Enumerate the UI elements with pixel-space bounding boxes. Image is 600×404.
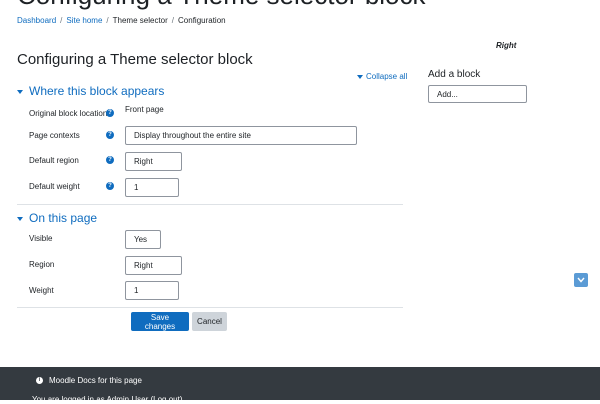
breadcrumb-separator: / — [171, 16, 175, 25]
moodle-docs-link[interactable]: i Moodle Docs for this page — [36, 376, 142, 385]
section-title: On this page — [29, 211, 98, 225]
visible-label: Visible — [29, 234, 53, 243]
default-region-select[interactable]: Right — [125, 152, 182, 171]
add-block-title: Add a block — [428, 69, 481, 80]
section-on-this-page-toggle[interactable]: On this page — [17, 211, 97, 225]
region-select[interactable]: Right — [125, 256, 182, 275]
breadcrumb-configuration: Configuration — [178, 16, 226, 25]
visible-select[interactable]: Yes — [125, 230, 161, 249]
cancel-button[interactable]: Cancel — [192, 312, 227, 331]
help-icon[interactable]: ? — [106, 156, 114, 164]
chevron-down-icon — [577, 277, 585, 283]
region-label: Region — [29, 260, 55, 269]
page-contexts-label: Page contexts — [29, 131, 80, 140]
scroll-down-button[interactable] — [574, 273, 588, 287]
page-contexts-select[interactable]: Display throughout the entire site — [125, 126, 357, 145]
section-title: Where this block appears — [29, 84, 165, 98]
save-changes-button[interactable]: Save changes — [131, 312, 189, 331]
help-icon[interactable]: ? — [106, 131, 114, 139]
block-region-label: Right — [496, 41, 517, 50]
collapse-all-label: Collapse all — [366, 72, 408, 81]
default-weight-label: Default weight — [29, 182, 80, 191]
caret-down-icon — [17, 89, 23, 94]
section-divider — [17, 204, 403, 205]
breadcrumb-separator: / — [106, 16, 109, 25]
page-title: Configuring a Theme selector block — [17, 51, 253, 68]
default-region-label: Default region — [29, 156, 79, 165]
caret-down-icon — [357, 74, 363, 79]
moodle-docs-label: Moodle Docs for this page — [49, 376, 142, 385]
collapse-all-link[interactable]: Collapse all — [357, 72, 407, 81]
header-title: Configuring a Theme selector block — [17, 0, 426, 11]
section-divider — [17, 307, 403, 308]
section-where-block-appears-toggle[interactable]: Where this block appears — [17, 84, 164, 98]
original-location-value: Front page — [125, 105, 164, 114]
weight-label: Weight — [29, 286, 54, 295]
add-block-select[interactable]: Add... — [428, 85, 527, 103]
breadcrumb-site-home[interactable]: Site home — [66, 16, 102, 25]
breadcrumb: Dashboard / Site home / Theme selector / Confi… — [17, 16, 226, 25]
weight-select[interactable]: 1 — [125, 281, 179, 300]
page-footer: i Moodle Docs for this page You are logge… — [0, 367, 600, 404]
caret-down-icon — [17, 216, 23, 221]
breadcrumb-theme-selector[interactable]: Theme selector — [113, 16, 168, 25]
help-icon[interactable]: ? — [106, 182, 114, 190]
info-icon: i — [36, 377, 43, 385]
breadcrumb-separator: / — [60, 16, 63, 25]
help-icon[interactable]: ? — [106, 109, 114, 117]
original-location-label: Original block location — [29, 109, 108, 118]
default-weight-select[interactable]: 1 — [125, 178, 179, 197]
breadcrumb-dashboard[interactable]: Dashboard — [17, 16, 56, 25]
